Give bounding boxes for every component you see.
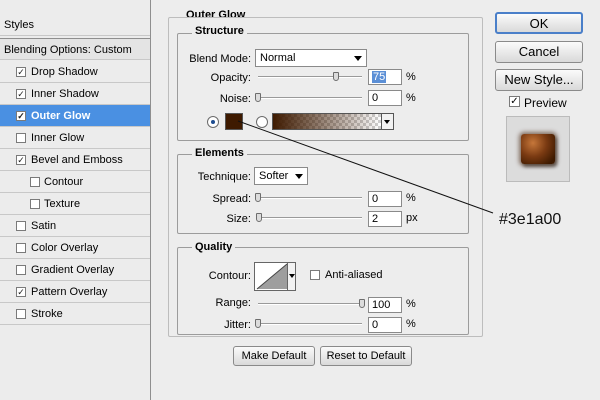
annotation-pointer-line: [237, 120, 494, 214]
annotation-color-label: #3e1a00: [499, 211, 562, 228]
annotation-layer: [237, 120, 494, 214]
